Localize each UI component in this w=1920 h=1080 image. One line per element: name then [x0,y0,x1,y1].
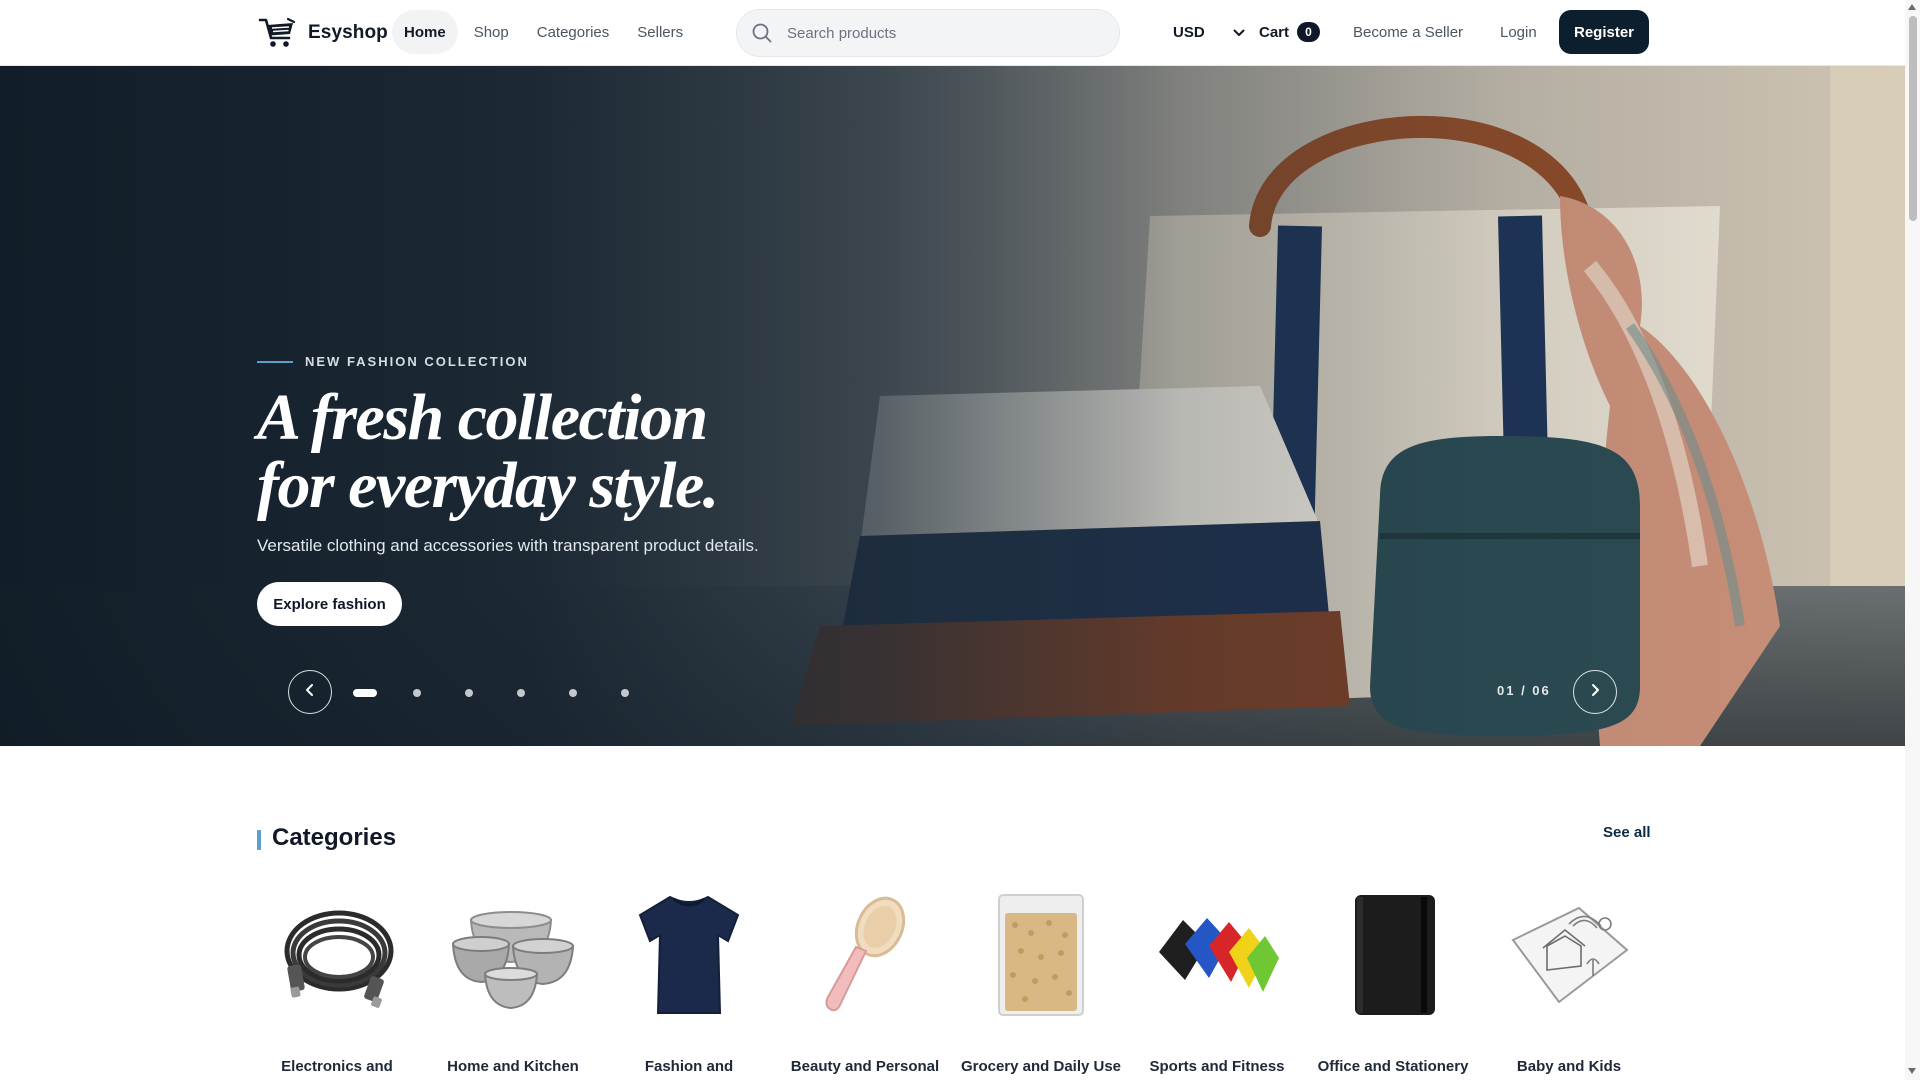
category-label: Grocery and Daily Use [960,1058,1122,1075]
coloring-mat-icon [1507,890,1631,1020]
chevron-down-icon [1233,24,1245,41]
section-accent-bar [257,830,261,850]
eyebrow-accent-line [257,360,293,363]
search-icon [751,22,773,44]
hero-carousel: NEW FASHION COLLECTION A fresh collectio… [0,66,1905,746]
brand-logo[interactable]: Esyshop [258,14,388,52]
site-header: Esyshop Home Shop Categories Sellers USD… [0,0,1905,66]
headline-line-2: for everyday style. [257,449,719,522]
scrollbar-thumb[interactable] [1909,16,1917,221]
hero-subline: Versatile clothing and accessories with … [257,536,759,555]
main-nav: Home Shop Categories Sellers [392,10,695,54]
category-label: Electronics and [281,1058,393,1075]
nav-categories[interactable]: Categories [525,10,622,54]
nav-home[interactable]: Home [392,10,458,54]
explore-fashion-button[interactable]: Explore fashion [257,582,402,626]
see-all-link[interactable]: See all [1603,824,1651,841]
categories-title: Categories [272,824,397,851]
hero-headline: A fresh collection for everyday style. [257,384,977,520]
slide-counter: 01 / 06 [1497,683,1551,698]
scroll-up-arrow-icon[interactable] [1908,4,1916,10]
carousel-next-button[interactable] [1573,670,1617,714]
carousel-prev-button[interactable] [288,670,332,714]
hairbrush-icon [803,890,927,1020]
category-label: Beauty and Personal [790,1058,940,1075]
cart-count-badge: 0 [1297,22,1321,42]
carousel-dot-3[interactable] [465,689,473,697]
carousel-dot-5[interactable] [569,689,577,697]
category-label: Baby and Kids [1516,1058,1622,1075]
resistance-bands-icon [1155,890,1279,1020]
page-scrollbar[interactable] [1905,0,1920,1080]
category-card-electronics[interactable]: Electronics and [249,890,425,1080]
carousel-dot-6[interactable] [621,689,629,697]
scroll-down-arrow-icon[interactable] [1908,1068,1916,1074]
category-card-home-kitchen[interactable]: Home and Kitchen [425,890,601,1080]
category-card-fashion[interactable]: Fashion and [601,890,777,1080]
register-button[interactable]: Register [1559,10,1649,54]
carousel-dot-1[interactable] [353,689,377,697]
nav-shop[interactable]: Shop [462,10,521,54]
tshirt-icon [627,890,751,1020]
currency-select[interactable]: USD [1173,10,1245,54]
category-label: Fashion and [644,1058,734,1075]
category-label: Office and Stationery [1317,1058,1469,1075]
hero-eyebrow: NEW FASHION COLLECTION [257,354,529,369]
headline-line-1: A fresh collection [257,381,708,454]
eyebrow-text: NEW FASHION COLLECTION [305,354,529,369]
category-card-baby-kids[interactable]: Baby and Kids [1481,890,1657,1080]
category-label: Home and Kitchen [447,1058,579,1075]
category-card-grocery[interactable]: Grocery and Daily Use [953,890,1129,1080]
bowls-icon [451,890,575,1020]
nav-sellers[interactable]: Sellers [625,10,695,54]
become-seller-link[interactable]: Become a Seller [1353,10,1463,54]
chevron-right-icon [1589,683,1601,702]
search-input[interactable] [787,24,1107,42]
carousel-dot-2[interactable] [413,689,421,697]
category-card-beauty[interactable]: Beauty and Personal [777,890,953,1080]
notebook-icon [1331,890,1455,1020]
category-card-sports[interactable]: Sports and Fitness [1129,890,1305,1080]
cart-label: Cart [1259,23,1290,41]
shopping-cart-icon [258,14,296,52]
cable-icon [275,890,399,1020]
currency-value: USD [1173,23,1205,41]
carousel-dot-4[interactable] [517,689,525,697]
grain-bag-icon [979,890,1103,1020]
login-link[interactable]: Login [1500,10,1537,54]
category-card-office[interactable]: Office and Stationery [1305,890,1481,1080]
category-label: Sports and Fitness [1149,1058,1285,1075]
brand-name: Esyshop [308,22,388,43]
chevron-left-icon [304,683,316,702]
search-bar[interactable] [736,9,1120,57]
cart-button[interactable]: Cart 0 [1259,10,1321,54]
